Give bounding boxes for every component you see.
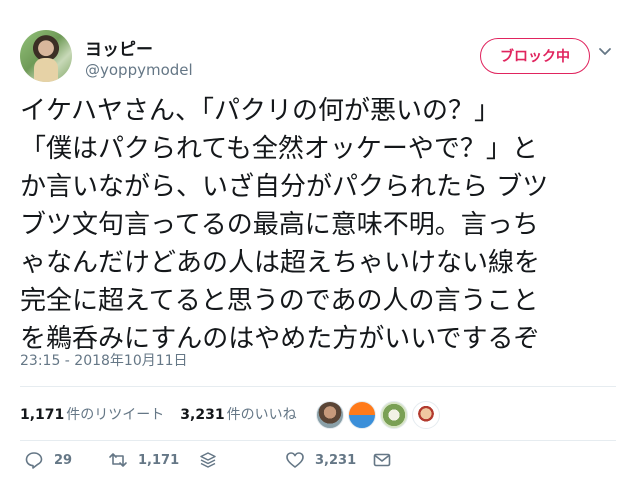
liker-avatar[interactable] <box>412 401 440 429</box>
display-name[interactable]: ヨッピー <box>85 35 153 60</box>
retweet-stat[interactable]: 1,171 件のリツイート <box>20 404 164 424</box>
like-stat-count: 3,231 <box>180 407 225 423</box>
liker-avatar[interactable] <box>380 401 408 429</box>
block-button-label: ブロック中 <box>500 49 570 65</box>
tweet-timestamp[interactable]: 23:15 - 2018年10月11日 <box>20 350 188 370</box>
chevron-down-icon[interactable] <box>598 44 612 58</box>
divider <box>20 440 616 441</box>
user-handle[interactable]: @yoppymodel <box>85 61 193 79</box>
block-button[interactable]: ブロック中 <box>480 38 590 74</box>
retweet-count: 1,171 <box>138 452 180 468</box>
reply-count: 29 <box>54 452 73 468</box>
like-stat[interactable]: 3,231 件のいいね <box>180 404 296 424</box>
avatar[interactable] <box>20 30 72 82</box>
liker-avatar[interactable] <box>348 401 376 429</box>
liker-avatars <box>316 401 444 429</box>
retweet-stat-label: 件のリツイート <box>66 407 165 423</box>
retweet-stat-count: 1,171 <box>20 407 65 423</box>
heart-icon <box>286 452 304 468</box>
like-button[interactable]: 3,231 <box>285 450 356 470</box>
divider <box>20 386 616 387</box>
stack-icon <box>200 452 216 468</box>
retweet-icon <box>109 453 127 467</box>
stack-button[interactable] <box>198 450 228 470</box>
tweet-text: イケハヤさん、「パクリの何が悪いの？」 「僕はパクられても全然オッケーやで？」と… <box>20 96 549 354</box>
liker-avatar[interactable] <box>316 401 344 429</box>
message-button[interactable] <box>372 450 402 470</box>
reply-button[interactable]: 29 <box>24 450 72 470</box>
retweet-button[interactable]: 1,171 <box>108 450 179 470</box>
tweet-header: ヨッピー @yoppymodel ブロック中 <box>20 30 620 86</box>
like-count: 3,231 <box>315 452 357 468</box>
envelope-icon <box>373 453 391 467</box>
tweet-actions: 29 1,171 3,231 <box>20 450 616 480</box>
reply-icon <box>25 452 43 469</box>
like-stat-label: 件のいいね <box>226 407 297 423</box>
